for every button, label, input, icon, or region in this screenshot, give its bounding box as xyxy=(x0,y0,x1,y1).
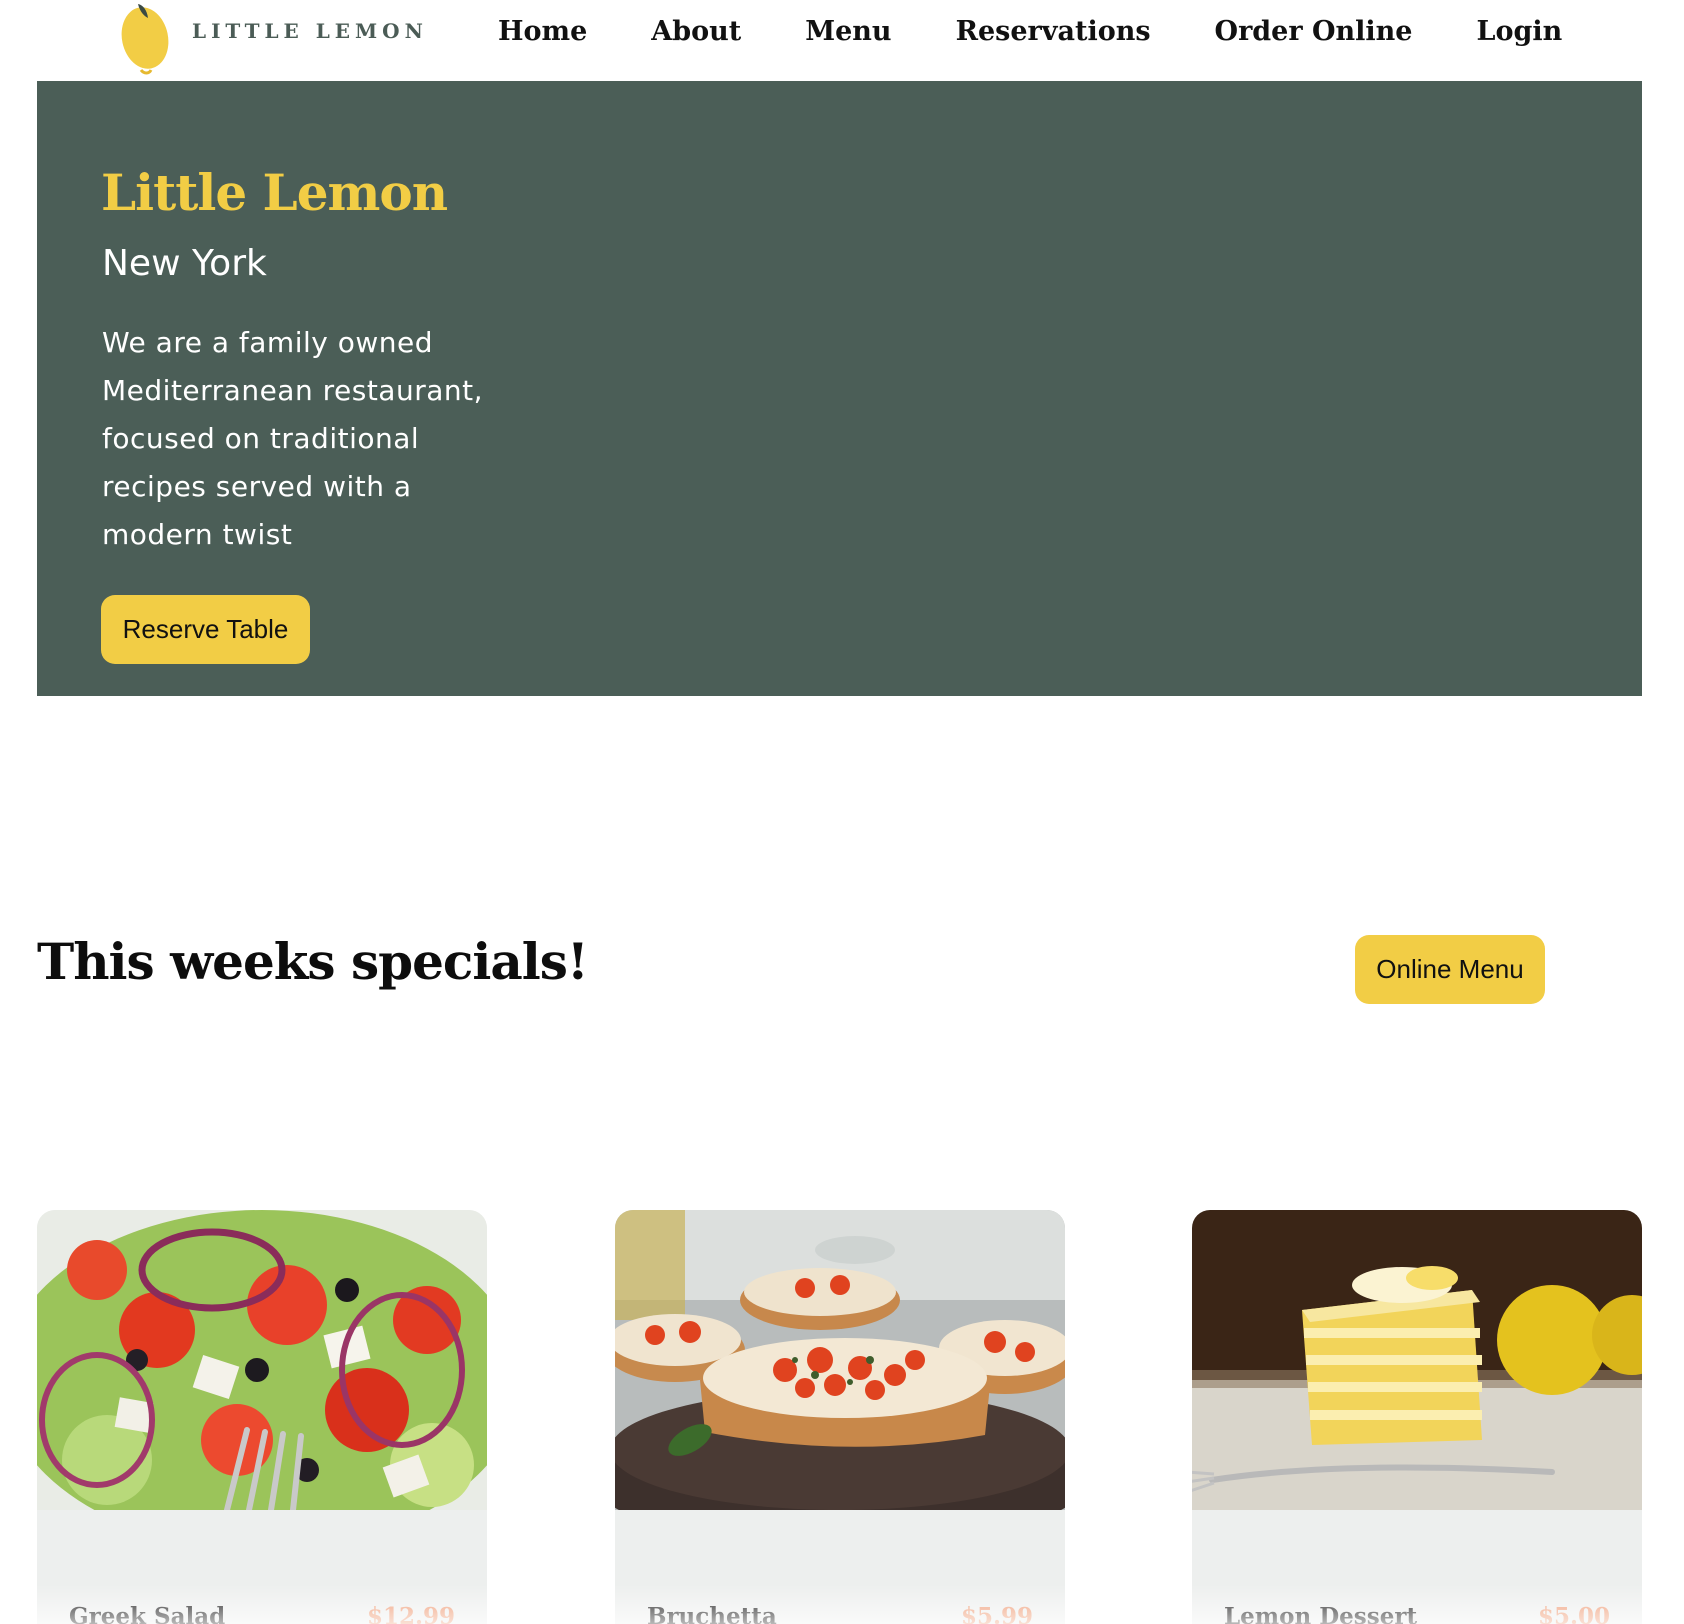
nav-login[interactable]: Login xyxy=(1476,16,1562,47)
reserve-table-button[interactable]: Reserve Table xyxy=(101,595,310,664)
nav-reservations[interactable]: Reservations xyxy=(956,16,1151,47)
hero-description: We are a family owned Mediterranean rest… xyxy=(102,326,483,551)
special-card-greek-salad[interactable]: Greek Salad $12.99 xyxy=(37,1210,487,1624)
site-header: LITTLE LEMON Home About Menu Reservation… xyxy=(0,0,1684,80)
nav-order-online[interactable]: Order Online xyxy=(1215,16,1413,47)
lemon-icon xyxy=(121,4,169,75)
card-price: $5.00 xyxy=(1537,1603,1610,1624)
special-card-bruchetta[interactable]: Bruchetta $5.99 xyxy=(615,1210,1065,1624)
nav-about[interactable]: About xyxy=(651,16,741,47)
bruschetta-photo xyxy=(615,1210,1065,1510)
hero-section: Little Lemon New York We are a family ow… xyxy=(37,81,1642,696)
hero-title: Little Lemon xyxy=(101,163,448,222)
online-menu-button[interactable]: Online Menu xyxy=(1355,935,1545,1004)
nav-menu[interactable]: Menu xyxy=(805,16,891,47)
special-card-lemon-dessert[interactable]: Lemon Dessert $5.00 xyxy=(1192,1210,1642,1624)
logo-text: LITTLE LEMON xyxy=(192,18,428,43)
card-title: Bruchetta xyxy=(647,1603,777,1624)
greek-salad-photo xyxy=(37,1210,487,1510)
card-price: $12.99 xyxy=(366,1603,455,1624)
main-nav: Home About Menu Reservations Order Onlin… xyxy=(498,16,1562,47)
card-title: Lemon Dessert xyxy=(1224,1603,1418,1624)
logo[interactable]: LITTLE LEMON xyxy=(118,0,428,75)
nav-home[interactable]: Home xyxy=(498,16,587,47)
card-title: Greek Salad xyxy=(69,1603,226,1624)
specials-title: This weeks specials! xyxy=(37,932,589,991)
card-price: $5.99 xyxy=(960,1603,1033,1624)
lemon-dessert-photo xyxy=(1192,1210,1642,1510)
hero-subtitle: New York xyxy=(102,243,267,284)
